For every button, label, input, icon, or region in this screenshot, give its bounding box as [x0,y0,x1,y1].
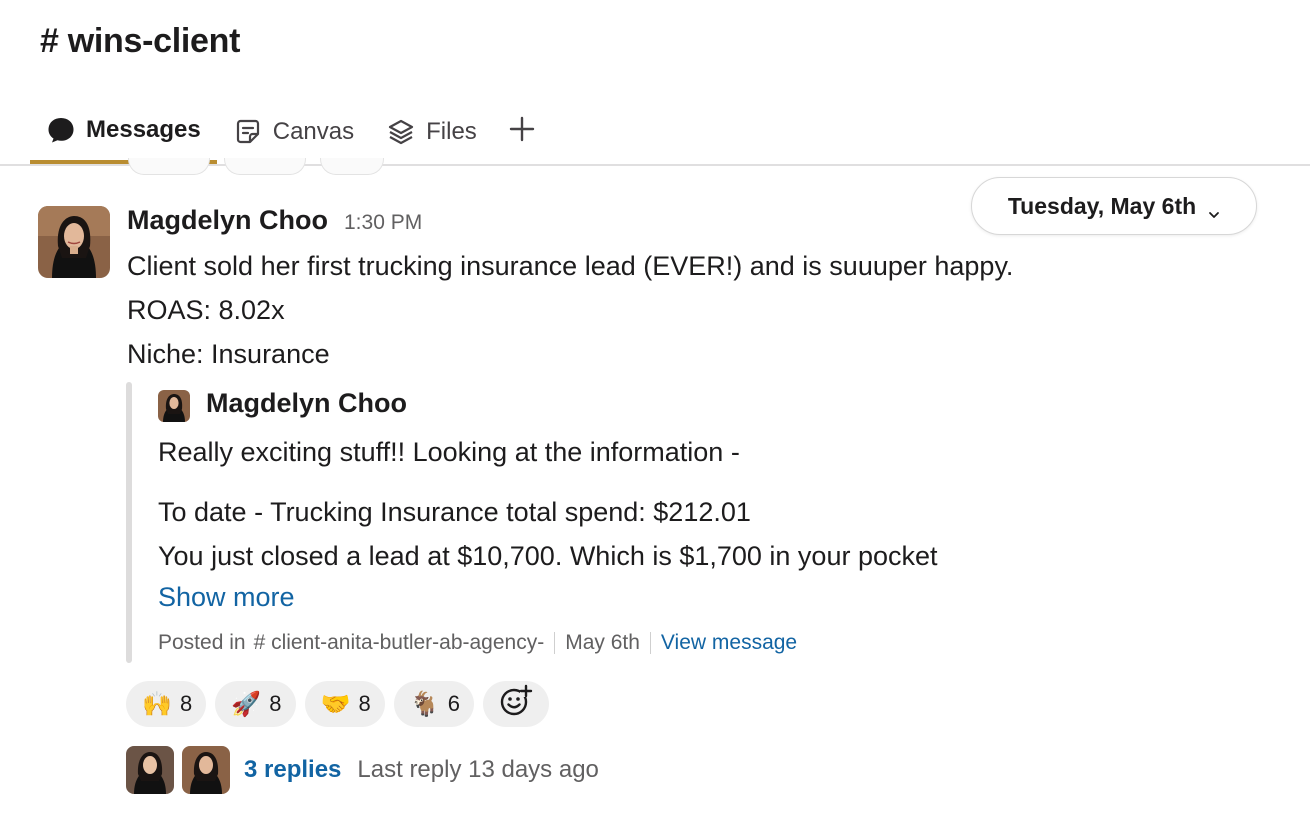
channel-name: wins-client [67,22,241,60]
message-timestamp[interactable]: 1:30 PM [344,211,422,235]
chat-bubble-icon [46,115,76,145]
shared-message-date: May 6th [565,631,640,654]
raised-hands-icon: 🙌 [142,690,172,718]
add-emoji-icon [499,684,533,724]
channel-hash: # [40,22,59,60]
date-divider-button[interactable]: Tuesday, May 6th [971,177,1257,235]
goat-icon: 🐐 [409,690,440,718]
meta-divider [554,632,556,654]
shared-message-bar [126,382,132,663]
avatar[interactable] [38,206,110,278]
rocket-icon: 🚀 [231,690,262,718]
posted-in-label: Posted in [158,631,246,654]
message-text-line: Niche: Insurance [127,339,330,369]
reaction-goat[interactable]: 🐐 6 [393,681,474,727]
replies-link[interactable]: 3 replies [244,756,341,784]
shared-message-author[interactable]: Magdelyn Choo [206,388,407,419]
message-author[interactable]: Magdelyn Choo [127,205,328,236]
tab-files-label: Files [426,118,477,145]
shared-message-avatar[interactable] [158,390,190,422]
reaction-rocket[interactable]: 🚀 8 [215,681,296,727]
shared-message-meta: Posted in # client-anita-butler-ab-agenc… [158,631,797,655]
shared-message-line: To date - Trucking Insurance total spend… [158,497,751,527]
date-label: Tuesday, May 6th [1007,192,1197,219]
add-reaction-button[interactable] [483,681,549,727]
last-reply-text: Last reply 13 days ago [357,756,599,783]
chevron-down-icon [1208,200,1220,218]
reaction-handshake[interactable]: 🤝 8 [304,681,385,727]
shared-message-line: You just closed a lead at $10,700. Which… [158,541,938,571]
reaction-raised-hands[interactable]: 🙌 8 [126,681,207,727]
reaction-count: 8 [358,691,371,716]
channel-title[interactable]: # wins-client [40,22,240,61]
message-text-line: Client sold her first trucking insurance… [127,251,1014,281]
previous-reactions-edge [128,158,384,175]
thread-summary[interactable]: 3 replies Last reply 13 days ago [126,746,599,794]
shared-message-line: Really exciting stuff!! Looking at the i… [158,437,740,467]
add-tab-button[interactable] [493,100,551,164]
tab-messages[interactable]: Messages [30,100,217,164]
layers-icon [386,117,416,147]
source-channel-link[interactable]: # client-anita-butler-ab-agency- [254,631,545,655]
canvas-icon [233,117,263,147]
handshake-icon: 🤝 [320,690,351,718]
channel-tabs: Messages Canvas Files [30,100,551,164]
show-more-link[interactable]: Show more [158,582,295,613]
view-message-link[interactable]: View message [661,631,797,655]
tab-canvas[interactable]: Canvas [217,100,370,164]
tab-canvas-label: Canvas [272,118,355,145]
reply-avatar [182,746,230,794]
reaction-count: 6 [447,691,460,716]
reactions-bar: 🙌 8 🚀 8 🤝 8 🐐 6 [126,681,549,727]
plus-icon [507,114,537,151]
reaction-count: 8 [269,691,282,716]
tab-files[interactable]: Files [370,100,493,164]
reply-avatar [126,746,174,794]
reaction-count: 8 [180,691,193,716]
message-header: Magdelyn Choo 1:30 PM [127,205,422,236]
meta-divider [649,632,651,654]
tab-messages-label: Messages [86,116,201,143]
message-text-line: ROAS: 8.02x [127,295,285,325]
